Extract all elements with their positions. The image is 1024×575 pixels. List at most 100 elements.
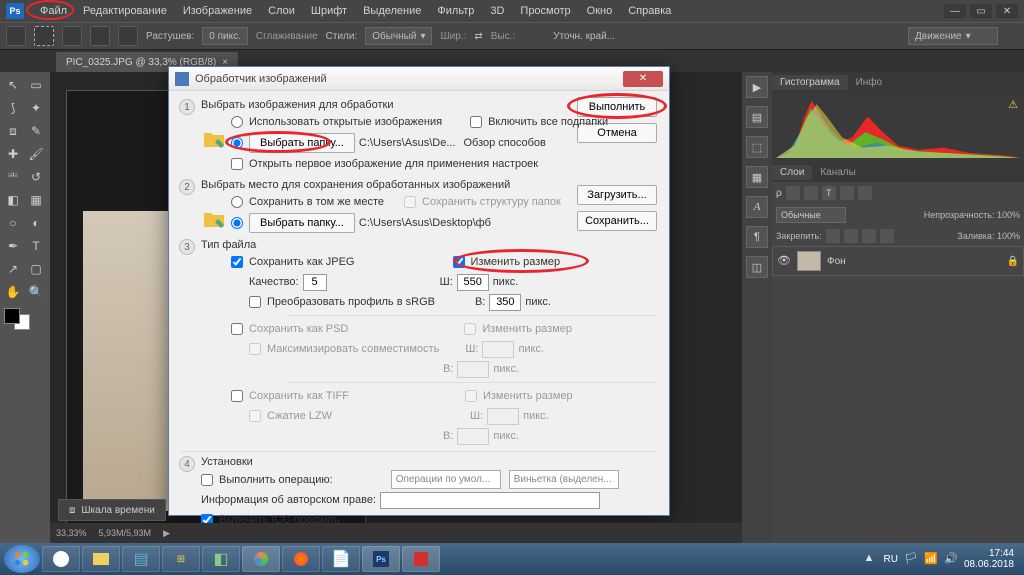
menu-type[interactable]: Шрифт (303, 3, 355, 19)
text-tool-icon[interactable]: T (25, 235, 47, 257)
styles-dropdown[interactable]: Обычный▾ (365, 27, 432, 45)
marquee-add-icon[interactable] (62, 26, 82, 46)
srgb-checkbox[interactable] (249, 296, 261, 308)
lock-trans-icon[interactable] (826, 229, 840, 243)
browse-link[interactable]: Обзор способов (463, 137, 545, 149)
menu-edit[interactable]: Редактирование (75, 3, 175, 19)
task-tc[interactable]: ⊞ (162, 546, 200, 572)
menu-3d[interactable]: 3D (482, 3, 512, 19)
lock-pixel-icon[interactable] (844, 229, 858, 243)
clock[interactable]: 17:44 08.06.2018 (964, 548, 1014, 570)
network-icon[interactable]: 📶 (924, 552, 938, 566)
maximize-button[interactable]: ▭ (970, 4, 992, 18)
shape-tool-icon[interactable]: ▢ (25, 258, 47, 280)
include-sub-checkbox[interactable] (470, 116, 482, 128)
zoom-tool-icon[interactable]: 🔍 (25, 281, 47, 303)
task-generic2[interactable]: ◧ (202, 546, 240, 572)
info-tab[interactable]: Инфо (848, 75, 891, 90)
visibility-icon[interactable]: 👁 (777, 254, 791, 268)
select-src-folder-button[interactable]: Выбрать папку... (249, 133, 355, 153)
color-swatch[interactable] (4, 308, 30, 330)
swatches-panel-icon[interactable]: ▦ (746, 166, 768, 188)
tray-up-icon[interactable]: ▲ (863, 552, 877, 566)
history-brush-icon[interactable]: ↺ (25, 166, 47, 188)
start-button[interactable] (4, 545, 40, 573)
task-firefox[interactable] (282, 546, 320, 572)
select-dest-radio[interactable] (231, 217, 243, 229)
filter-adj-icon[interactable] (804, 186, 818, 200)
filter-pixel-icon[interactable] (786, 186, 800, 200)
marquee-sub-icon[interactable] (90, 26, 110, 46)
copyright-input[interactable] (380, 492, 600, 509)
dialog-close-button[interactable]: ✕ (623, 71, 663, 87)
status-arrow-icon[interactable]: ▶ (163, 528, 170, 539)
filter-smart-icon[interactable] (858, 186, 872, 200)
flag-icon[interactable]: 🏳 (904, 552, 918, 566)
language-indicator[interactable]: RU (883, 554, 897, 565)
eraser-tool-icon[interactable]: ◧ (2, 189, 24, 211)
menu-window[interactable]: Окно (579, 3, 621, 19)
minimize-button[interactable]: — (944, 4, 966, 18)
task-chrome[interactable] (242, 546, 280, 572)
warning-icon[interactable]: ⚠ (1008, 98, 1018, 111)
task-yandex[interactable] (42, 546, 80, 572)
use-open-radio[interactable] (231, 116, 243, 128)
task-explorer[interactable] (82, 546, 120, 572)
select-folder-radio[interactable] (231, 137, 243, 149)
resize-jpeg-checkbox[interactable] (453, 256, 465, 268)
height-input[interactable] (489, 294, 521, 311)
layer-row[interactable]: 👁 Фон 🔒 (772, 246, 1024, 276)
same-place-radio[interactable] (231, 196, 243, 208)
filter-shape-icon[interactable] (840, 186, 854, 200)
lock-pos-icon[interactable] (862, 229, 876, 243)
brush-tool-icon[interactable]: 🖌 (25, 143, 47, 165)
heal-tool-icon[interactable]: ✚ (2, 143, 24, 165)
menu-layers[interactable]: Слои (260, 3, 303, 19)
quality-input[interactable] (303, 274, 327, 291)
wand-tool-icon[interactable]: ✦ (25, 97, 47, 119)
char-panel-icon[interactable]: A (746, 196, 768, 218)
para-panel-icon[interactable]: ¶ (746, 226, 768, 248)
dodge-tool-icon[interactable]: ◐ (25, 212, 47, 234)
menu-image[interactable]: Изображение (175, 3, 260, 19)
dialog-titlebar[interactable]: Обработчик изображений ✕ (169, 67, 669, 91)
menu-view[interactable]: Просмотр (512, 3, 578, 19)
menu-file[interactable]: Файл (32, 3, 75, 19)
marquee-rect-icon[interactable] (34, 26, 54, 46)
channels-tab[interactable]: Каналы (812, 165, 864, 180)
zoom-status[interactable]: 33,33% (56, 528, 87, 538)
lock-all-icon[interactable] (880, 229, 894, 243)
marquee-tool-icon[interactable]: ▭ (25, 74, 47, 96)
menu-select[interactable]: Выделение (355, 3, 429, 19)
filter-icon[interactable]: ρ (776, 188, 782, 199)
styles-panel-icon[interactable]: ⬚ (746, 136, 768, 158)
task-generic1[interactable]: ▤ (122, 546, 160, 572)
eyedropper-tool-icon[interactable]: ✎ (25, 120, 47, 142)
tiff-checkbox[interactable] (231, 390, 243, 402)
stamp-tool-icon[interactable]: ⎃ (2, 166, 24, 188)
menu-filter[interactable]: Фильтр (429, 3, 482, 19)
menu-help[interactable]: Справка (620, 3, 679, 19)
histogram-tab[interactable]: Гистограмма (772, 75, 848, 90)
close-button[interactable]: ✕ (996, 4, 1018, 18)
layer-thumbnail[interactable] (797, 251, 821, 271)
gradient-tool-icon[interactable]: ▦ (25, 189, 47, 211)
jpeg-checkbox[interactable] (231, 256, 243, 268)
task-capture[interactable] (402, 546, 440, 572)
width-input[interactable] (457, 274, 489, 291)
run-action-checkbox[interactable] (201, 474, 213, 486)
task-docs[interactable]: 📄 (322, 546, 360, 572)
layers-tab[interactable]: Слои (772, 165, 812, 180)
hand-tool-icon[interactable]: ✋ (2, 281, 24, 303)
workspace-dropdown[interactable]: Движение▾ (908, 27, 998, 45)
marquee-intersect-icon[interactable] (118, 26, 138, 46)
libs-panel-icon[interactable]: ◫ (746, 256, 768, 278)
actions-panel-icon[interactable]: ▤ (746, 106, 768, 128)
feather-value[interactable]: 0 пикс. (202, 27, 248, 45)
refine-edge[interactable]: Уточн. край... (553, 31, 615, 42)
blend-mode-dropdown[interactable]: Обычные (776, 207, 846, 223)
open-first-checkbox[interactable] (231, 158, 243, 170)
path-tool-icon[interactable]: ↗ (2, 258, 24, 280)
task-photoshop[interactable]: Ps (362, 546, 400, 572)
move-tool-icon[interactable]: ↖ (2, 74, 24, 96)
